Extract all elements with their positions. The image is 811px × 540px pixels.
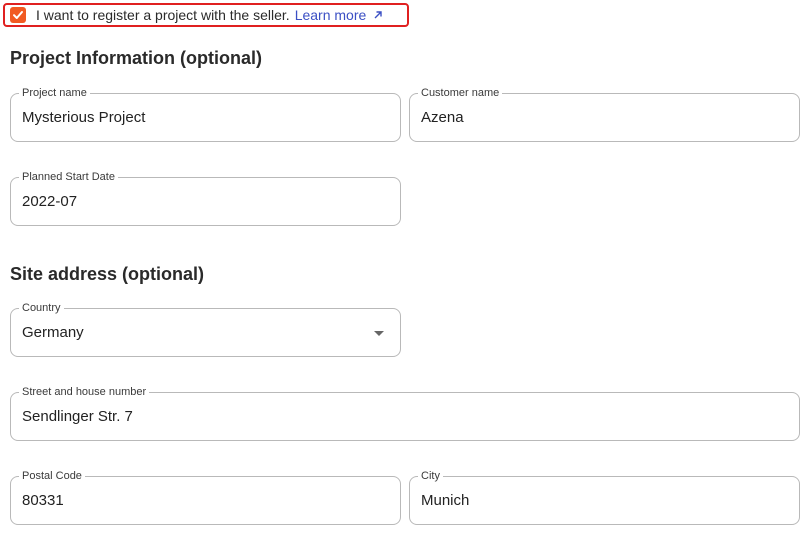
street-label: Street and house number [19, 385, 150, 399]
external-link-icon [373, 10, 383, 20]
dropdown-arrow-icon[interactable] [374, 331, 384, 336]
planned-start-date-label: Planned Start Date [19, 170, 118, 184]
planned-start-date-value: 2022-07 [22, 193, 78, 210]
learn-more-link[interactable]: Learn more [295, 7, 384, 23]
register-project-checkbox[interactable] [10, 7, 26, 23]
register-project-checkbox-row[interactable]: I want to register a project with the se… [3, 3, 409, 27]
postal-code-value: 80331 [22, 492, 64, 509]
project-name-field[interactable]: Project name Mysterious Project [10, 86, 401, 142]
learn-more-label: Learn more [294, 7, 367, 23]
project-information-heading: Project Information (optional) [10, 48, 262, 68]
site-address-heading: Site address (optional) [10, 264, 205, 284]
register-project-label: I want to register a project with the se… [36, 7, 290, 23]
checkmark-icon [13, 11, 23, 19]
project-name-value: Mysterious Project [22, 109, 146, 126]
country-value: Germany [22, 324, 84, 341]
street-field[interactable]: Street and house number Sendlinger Str. … [10, 385, 800, 441]
project-registration-form: I want to register a project with the se… [0, 0, 811, 540]
planned-start-date-field[interactable]: Planned Start Date 2022-07 [10, 170, 401, 226]
project-name-label: Project name [19, 86, 90, 100]
customer-name-value: Azena [421, 109, 464, 126]
city-value: Munich [421, 492, 470, 509]
postal-code-label: Postal Code [19, 469, 85, 483]
street-value: Sendlinger Str. 7 [22, 408, 133, 425]
customer-name-field[interactable]: Customer name Azena [409, 86, 800, 142]
country-select[interactable]: Country Germany [10, 301, 401, 357]
city-field[interactable]: City Munich [409, 469, 800, 525]
customer-name-label: Customer name [418, 86, 503, 100]
city-label: City [418, 469, 443, 483]
country-label: Country [19, 301, 64, 315]
postal-code-field[interactable]: Postal Code 80331 [10, 469, 401, 525]
